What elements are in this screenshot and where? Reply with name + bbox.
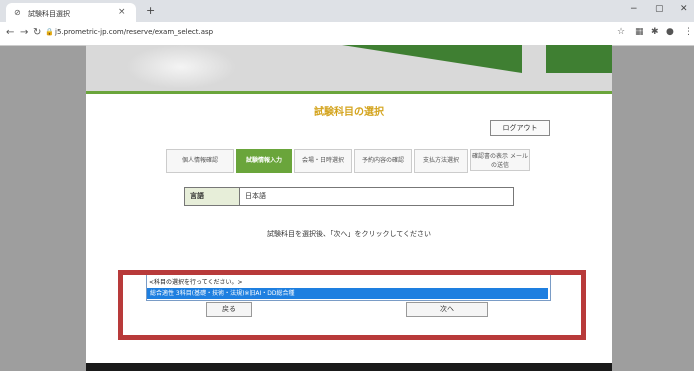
highlight-annotation-box [118,270,586,340]
language-label: 言語 [185,188,240,205]
extension-icon[interactable]: ▦ [635,27,644,37]
forward-arrow-icon[interactable]: → [20,27,28,38]
banner-graphic [126,45,236,89]
step-exam-info: 試験情報入力 [236,149,292,173]
back-arrow-icon[interactable]: ← [6,27,14,38]
favicon-icon: ⊘ [14,8,21,17]
step-venue-datetime: 会場・日時選択 [294,149,352,173]
step-confirm-booking: 予約内容の確認 [354,149,412,173]
tab-bar: ⊘ 試験科目選択 × + − ▢ ✕ [0,0,694,22]
banner-green-block [546,45,612,73]
address-bar: ← → ↻ 🔒 j5.prometric-jp.com/reserve/exam… [0,22,694,46]
maximize-button[interactable]: ▢ [655,4,664,14]
star-icon[interactable]: ☆ [617,27,625,37]
step-confirmation-email: 確認書の表示 メールの送信 [470,149,530,171]
close-window-button[interactable]: ✕ [680,4,688,14]
banner-green-accent [342,45,522,73]
menu-icon[interactable]: ⋮ [684,27,693,37]
language-row: 言語 日本語 [184,187,514,206]
puzzle-icon[interactable]: ✱ [651,27,659,37]
close-tab-icon[interactable]: × [118,7,126,17]
reload-icon[interactable]: ↻ [33,27,41,38]
lock-icon[interactable]: 🔒 [45,28,54,36]
url-field[interactable]: j5.prometric-jp.com/reserve/exam_select.… [55,28,213,36]
header-stripe [86,91,612,94]
browser-tab[interactable]: ⊘ 試験科目選択 × [6,3,136,22]
page-footer-bar [86,363,612,371]
logout-button[interactable]: ログアウト [490,120,550,136]
language-value: 日本語 [245,192,266,200]
step-personal-info: 個人情報確認 [166,149,234,173]
new-tab-button[interactable]: + [146,4,155,17]
page-title: 試験科目の選択 [314,107,384,118]
minimize-button[interactable]: − [630,4,638,14]
step-payment: 支払方法選択 [414,149,468,173]
tab-title: 試験科目選択 [28,10,70,18]
header-banner [86,45,612,91]
instruction-text: 試験科目を選択後、「次へ」をクリックしてください [266,230,432,238]
profile-icon[interactable]: ● [666,27,674,37]
